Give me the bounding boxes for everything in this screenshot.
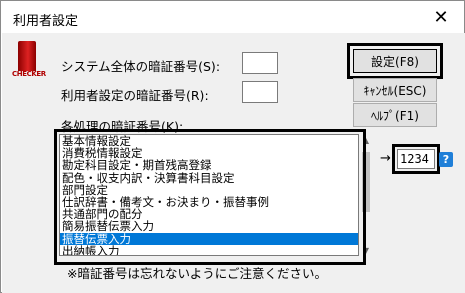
settings-button[interactable]: 設定(F8) — [353, 49, 437, 73]
list-scrollbar[interactable]: ▲ ▼ — [359, 134, 373, 256]
help-icon[interactable]: ? — [439, 152, 453, 167]
cancel-button[interactable]: ｷｬﾝｾﾙ(ESC) — [353, 78, 437, 102]
list-item[interactable]: 勘定科目設定・期首残高登録 — [60, 159, 358, 171]
system-password-label: システム全体の暗証番号(S): — [61, 59, 221, 74]
title-bar: 利用者設定 ✕ — [1, 1, 464, 33]
scroll-down-arrow-icon[interactable]: ▼ — [359, 244, 373, 256]
scrollbar-thumb[interactable] — [362, 152, 370, 212]
user-settings-dialog: 利用者設定 ✕ CHECKER システム全体の暗証番号(S): 利用者設定の暗証… — [0, 0, 465, 293]
window-title: 利用者設定 — [13, 14, 79, 29]
arrow-right-icon: → — [380, 151, 391, 166]
app-logo-icon: CHECKER — [12, 41, 46, 85]
process-listbox[interactable]: 基本情報設定 消費税情報設定 勘定科目設定・期首残高登録 配色・収支内訳・決算書… — [59, 134, 359, 256]
list-item[interactable]: 配色・収支内訳・決算書科目設定 — [60, 171, 358, 183]
logo-graphic — [18, 41, 36, 71]
close-icon: ✕ — [433, 6, 449, 28]
process-password-label: 各処理の暗証番号(K): — [61, 119, 184, 134]
scroll-up-arrow-icon[interactable]: ▲ — [359, 134, 373, 146]
close-button[interactable]: ✕ — [418, 1, 464, 33]
help-button[interactable]: ﾍﾙﾌﾟ(F1) — [353, 103, 437, 127]
process-password-field[interactable]: 1234 — [397, 149, 435, 169]
list-item[interactable]: 簡易振替伝票入力 — [60, 220, 358, 232]
password-warning-note: ※暗証番号は忘れないようにご注意ください。 — [67, 266, 327, 281]
system-password-field[interactable] — [242, 52, 278, 74]
logo-text: CHECKER — [12, 70, 46, 78]
list-item[interactable]: 出納帳入力 — [60, 244, 358, 255]
user-password-field[interactable] — [242, 81, 278, 103]
user-password-label: 利用者設定の暗証番号(R): — [61, 88, 209, 103]
list-item-selected[interactable]: 振替伝票入力 — [60, 232, 358, 245]
